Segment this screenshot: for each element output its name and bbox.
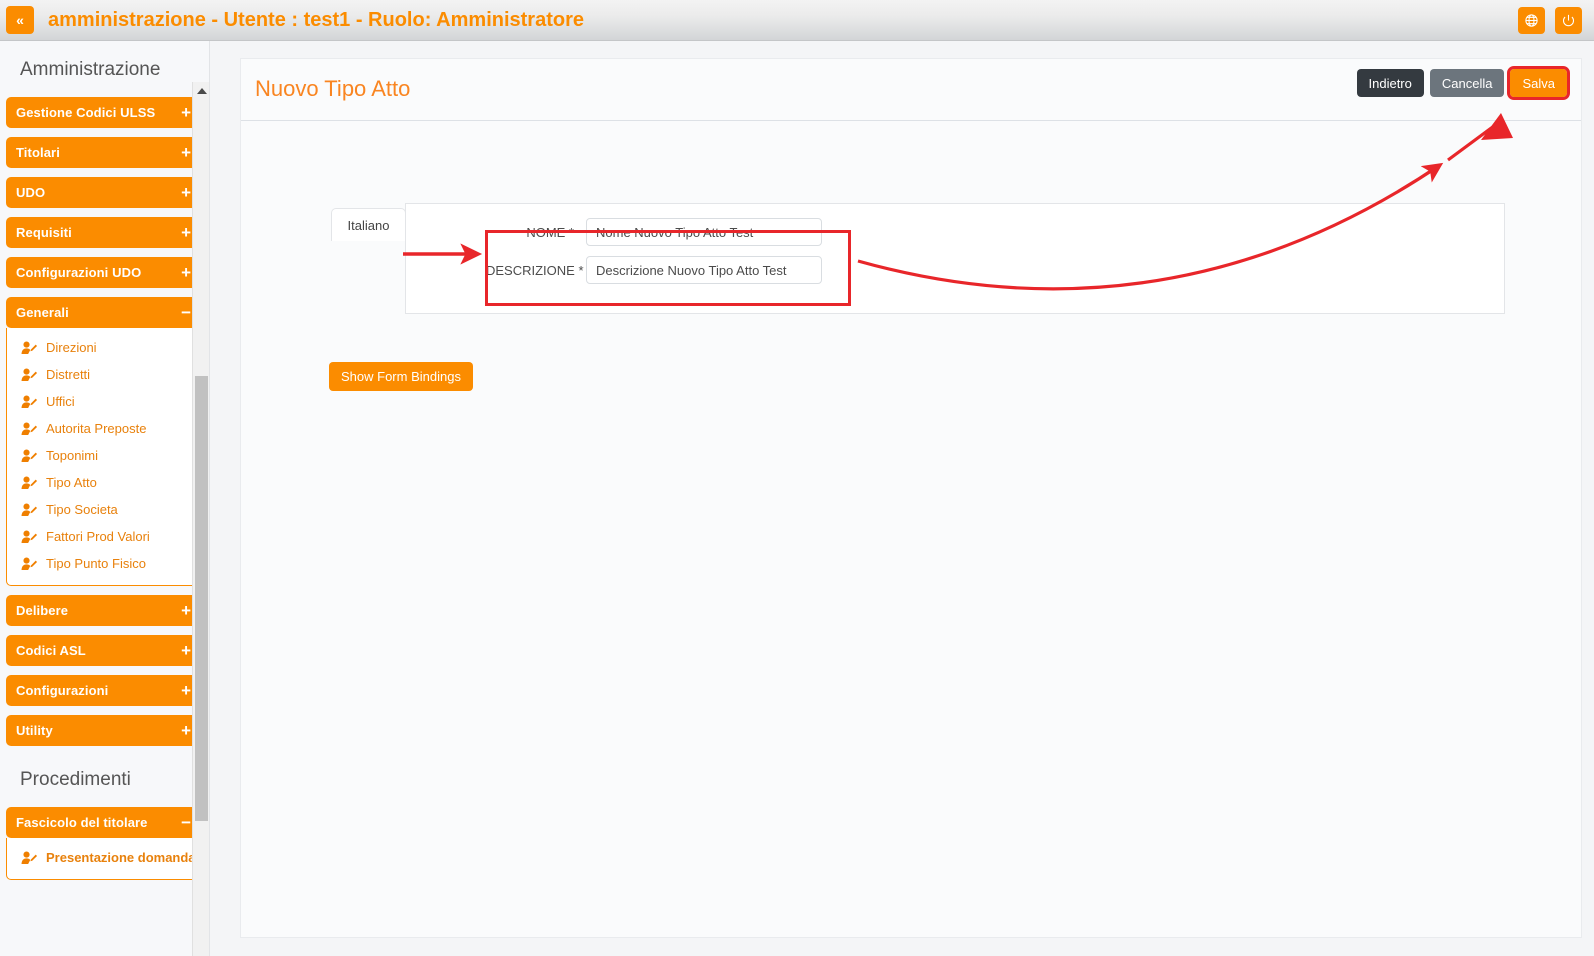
sidebar-group-delibere[interactable]: Delibere + bbox=[6, 595, 203, 626]
sidebar-section-amministrazione: Amministrazione bbox=[0, 41, 209, 97]
collapse-minus-icon: − bbox=[181, 814, 191, 831]
sidebar: Amministrazione Gestione Codici ULSS + T… bbox=[0, 41, 210, 956]
main-area: Nuovo Tipo Atto Indietro Cancella Salva … bbox=[228, 41, 1594, 956]
sidebar-group-configurazioni[interactable]: Configurazioni + bbox=[6, 675, 203, 706]
sidebar-item-fattori-prod-valori[interactable]: Fattori Prod Valori bbox=[7, 523, 202, 550]
expand-plus-icon: + bbox=[181, 224, 191, 241]
expand-plus-icon: + bbox=[181, 264, 191, 281]
sidebar-group-label: Fascicolo del titolare bbox=[16, 815, 148, 830]
show-form-bindings-button[interactable]: Show Form Bindings bbox=[329, 362, 473, 391]
expand-plus-icon: + bbox=[181, 104, 191, 121]
expand-plus-icon: + bbox=[181, 722, 191, 739]
user-edit-icon bbox=[21, 557, 38, 571]
user-edit-icon bbox=[21, 530, 38, 544]
sidebar-group-label: Utility bbox=[16, 723, 53, 738]
top-bar: « amministrazione - Utente : test1 - Ruo… bbox=[0, 0, 1594, 41]
tab-italiano[interactable]: Italiano bbox=[331, 208, 406, 241]
topbar-actions bbox=[1518, 7, 1594, 34]
sidebar-item-label: Uffici bbox=[46, 394, 75, 409]
sidebar-group-udo[interactable]: UDO + bbox=[6, 177, 203, 208]
user-edit-icon bbox=[21, 851, 38, 865]
sidebar-section-procedimenti: Procedimenti bbox=[0, 755, 209, 807]
sidebar-group-label: Delibere bbox=[16, 603, 68, 618]
app-title: amministrazione - Utente : test1 - Ruolo… bbox=[48, 9, 584, 32]
sidebar-group-fascicolo-del-titolare[interactable]: Fascicolo del titolare − bbox=[6, 807, 203, 838]
sidebar-collapse-icon[interactable]: « bbox=[6, 6, 34, 34]
sidebar-item-label: Tipo Punto Fisico bbox=[46, 556, 146, 571]
sidebar-group-label: Titolari bbox=[16, 145, 60, 160]
sidebar-item-label: Toponimi bbox=[46, 448, 98, 463]
app-root: « amministrazione - Utente : test1 - Ruo… bbox=[0, 0, 1594, 956]
sidebar-group-label: Configurazioni bbox=[16, 683, 108, 698]
sidebar-group-label: Generali bbox=[16, 305, 69, 320]
sidebar-group-titolari[interactable]: Titolari + bbox=[6, 137, 203, 168]
sidebar-item-label: Autorita Preposte bbox=[46, 421, 146, 436]
header-action-buttons: Indietro Cancella Salva bbox=[1357, 69, 1568, 97]
scrollbar-thumb[interactable] bbox=[195, 376, 208, 821]
sidebar-group-label: Configurazioni UDO bbox=[16, 265, 141, 280]
sidebar-item-label: Fattori Prod Valori bbox=[46, 529, 150, 544]
nome-input[interactable] bbox=[586, 218, 822, 246]
back-button[interactable]: Indietro bbox=[1357, 69, 1424, 97]
content-header: Nuovo Tipo Atto Indietro Cancella Salva bbox=[241, 59, 1581, 121]
collapse-minus-icon: − bbox=[181, 304, 191, 321]
form-panel: NOME * DESCRIZIONE * bbox=[405, 203, 1505, 314]
sidebar-group-label: Requisiti bbox=[16, 225, 72, 240]
label-nome: NOME * bbox=[486, 225, 586, 240]
user-edit-icon bbox=[21, 449, 38, 463]
sidebar-item-label: Tipo Societa bbox=[46, 502, 118, 517]
sidebar-group-gestione-codici-ulss[interactable]: Gestione Codici ULSS + bbox=[6, 97, 203, 128]
content-card: Nuovo Tipo Atto Indietro Cancella Salva … bbox=[240, 58, 1582, 938]
user-edit-icon bbox=[21, 476, 38, 490]
sidebar-item-tipo-atto[interactable]: Tipo Atto bbox=[7, 469, 202, 496]
sidebar-item-label: Distretti bbox=[46, 367, 90, 382]
sidebar-group-label: UDO bbox=[16, 185, 45, 200]
field-row-descrizione: DESCRIZIONE * bbox=[486, 252, 854, 288]
sidebar-group-utility[interactable]: Utility + bbox=[6, 715, 203, 746]
sidebar-item-label: Tipo Atto bbox=[46, 475, 97, 490]
sidebar-item-toponimi[interactable]: Toponimi bbox=[7, 442, 202, 469]
sidebar-group-configurazioni-udo[interactable]: Configurazioni UDO + bbox=[6, 257, 203, 288]
sidebar-group-label: Gestione Codici ULSS bbox=[16, 105, 155, 120]
page-title: Nuovo Tipo Atto bbox=[255, 76, 410, 102]
sidebar-item-presentazione-domanda[interactable]: Presentazione domanda bbox=[7, 844, 202, 871]
sidebar-item-label: Direzioni bbox=[46, 340, 97, 355]
expand-plus-icon: + bbox=[181, 184, 191, 201]
label-descrizione: DESCRIZIONE * bbox=[486, 263, 586, 278]
user-edit-icon bbox=[21, 422, 38, 436]
sidebar-submenu-fascicolo: Presentazione domanda bbox=[6, 838, 203, 880]
cancel-button[interactable]: Cancella bbox=[1430, 69, 1505, 97]
expand-plus-icon: + bbox=[181, 602, 191, 619]
sidebar-item-autorita-preposte[interactable]: Autorita Preposte bbox=[7, 415, 202, 442]
save-button[interactable]: Salva bbox=[1510, 69, 1567, 97]
user-edit-icon bbox=[21, 341, 38, 355]
user-edit-icon bbox=[21, 368, 38, 382]
field-row-nome: NOME * bbox=[486, 214, 854, 250]
user-edit-icon bbox=[21, 395, 38, 409]
sidebar-item-label: Presentazione domanda bbox=[46, 850, 196, 865]
power-icon[interactable] bbox=[1555, 7, 1582, 34]
sidebar-item-uffici[interactable]: Uffici bbox=[7, 388, 202, 415]
sidebar-item-tipo-punto-fisico[interactable]: Tipo Punto Fisico bbox=[7, 550, 202, 577]
sidebar-group-codici-asl[interactable]: Codici ASL + bbox=[6, 635, 203, 666]
sidebar-group-requisiti[interactable]: Requisiti + bbox=[6, 217, 203, 248]
expand-plus-icon: + bbox=[181, 642, 191, 659]
sidebar-item-tipo-societa[interactable]: Tipo Societa bbox=[7, 496, 202, 523]
expand-plus-icon: + bbox=[181, 144, 191, 161]
sidebar-item-direzioni[interactable]: Direzioni bbox=[7, 334, 202, 361]
globe-icon[interactable] bbox=[1518, 7, 1545, 34]
sidebar-scrollbar[interactable] bbox=[192, 82, 209, 956]
sidebar-submenu-generali: Direzioni Distretti Uffici Autorita Prepost… bbox=[6, 328, 203, 586]
sidebar-group-generali[interactable]: Generali − bbox=[6, 297, 203, 328]
scroll-up-arrow-icon[interactable] bbox=[193, 82, 210, 99]
sidebar-group-label: Codici ASL bbox=[16, 643, 86, 658]
sidebar-item-distretti[interactable]: Distretti bbox=[7, 361, 202, 388]
expand-plus-icon: + bbox=[181, 682, 191, 699]
user-edit-icon bbox=[21, 503, 38, 517]
form-fields: NOME * DESCRIZIONE * bbox=[486, 214, 854, 290]
descrizione-input[interactable] bbox=[586, 256, 822, 284]
